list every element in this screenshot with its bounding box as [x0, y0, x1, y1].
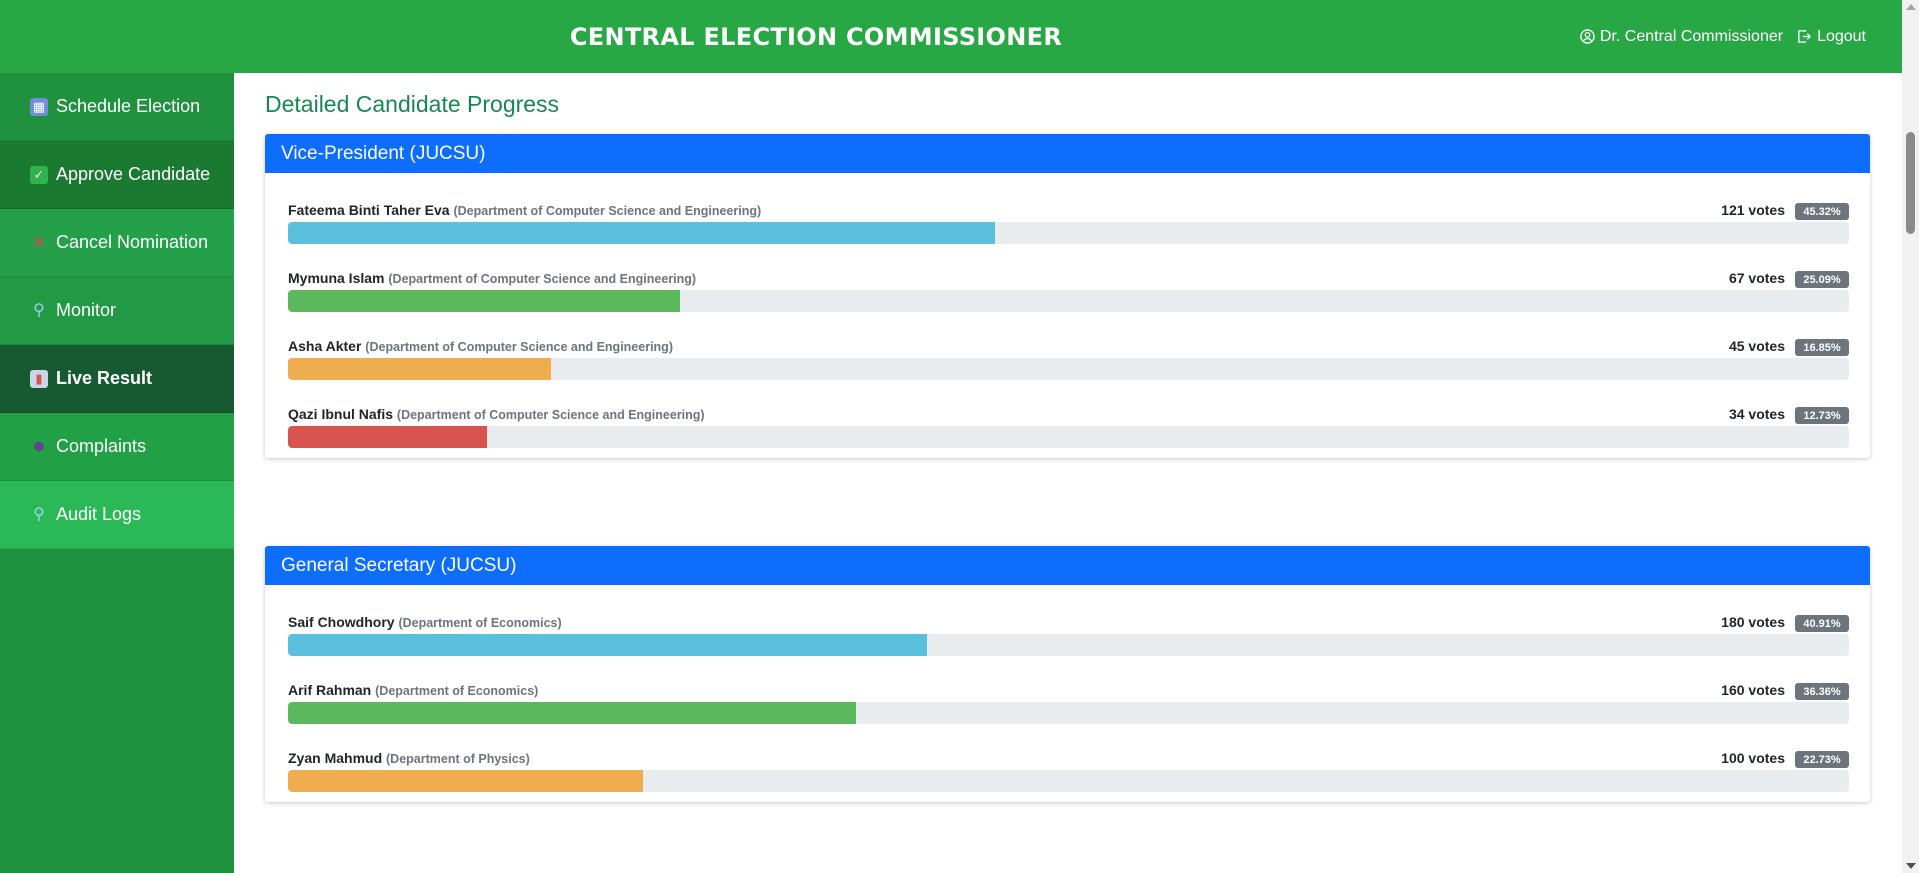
candidate-row: Fateema Binti Taher Eva (Department of C…: [288, 200, 1849, 244]
percent-badge: 16.85%: [1795, 339, 1849, 356]
user-circle-icon: [1580, 29, 1595, 44]
logout-icon: [1797, 29, 1812, 44]
progress-bar-fill: [288, 222, 996, 244]
candidate-department: (Department of Economics): [398, 616, 562, 630]
candidate-name: Qazi Ibnul Nafis: [288, 406, 394, 422]
sidebar: ▦ Schedule Election ✓ Approve Candidate ✕ Can…: [0, 73, 234, 873]
calendar-icon: ▦: [30, 97, 48, 116]
percent-badge: 12.73%: [1795, 407, 1849, 424]
candidate-department: (Department of Computer Science and Engi…: [365, 340, 673, 354]
magnifier-right-icon: ⚲: [33, 505, 45, 523]
candidate-name: Zyan Mahmud: [288, 750, 383, 766]
candidate-row: Arif Rahman (Department of Economics) 160…: [288, 680, 1849, 724]
app-title: CENTRAL ELECTION COMMISSIONER: [569, 22, 1063, 51]
cross-mark-icon: ✕: [31, 233, 47, 252]
candidate-row: Zyan Mahmud (Department of Physics) 100 v…: [288, 748, 1849, 792]
candidate-name-line: Fateema Binti Taher Eva (Department of C…: [288, 202, 761, 218]
progress-bar: [288, 634, 1849, 656]
section-title: Detailed Candidate Progress: [265, 91, 560, 117]
candidate-name: Mymuna Islam: [288, 270, 385, 286]
sidebar-item-monitor[interactable]: ⚲ Monitor: [0, 277, 234, 345]
candidate-row: Saif Chowdhory (Department of Economics)…: [288, 612, 1849, 656]
candidate-department: (Department of Economics): [375, 684, 539, 698]
sidebar-item-schedule-election[interactable]: ▦ Schedule Election: [0, 73, 234, 141]
vote-count: 180 votes: [1721, 614, 1785, 630]
progress-bar-fill: [288, 290, 680, 312]
vote-count: 121 votes: [1721, 202, 1785, 218]
vote-count: 67 votes: [1728, 270, 1785, 286]
candidate-row: Asha Akter (Department of Computer Scien…: [288, 336, 1849, 380]
position-card: General Secretary (JUCSU) Saif Chowdhory …: [265, 546, 1870, 802]
sidebar-item-label: Live Result: [56, 368, 153, 388]
progress-bar: [288, 770, 1849, 792]
user-profile-link[interactable]: Dr. Central Commissioner: [1580, 28, 1783, 46]
percent-badge: 40.91%: [1795, 615, 1849, 632]
sidebar-item-audit-logs[interactable]: ⚲ Audit Logs: [0, 481, 234, 549]
progress-bar-fill: [288, 426, 487, 448]
candidate-name: Saif Chowdhory: [288, 614, 395, 630]
candidate-department: (Department of Computer Science and Engi…: [388, 272, 697, 286]
progress-bar: [288, 702, 1849, 724]
logout-link[interactable]: Logout: [1797, 28, 1866, 46]
sidebar-item-label: Audit Logs: [56, 504, 142, 524]
progress-bar: [288, 426, 1849, 448]
scroll-down-arrow-icon[interactable]: [1906, 863, 1916, 869]
user-area: Dr. Central Commissioner Logout: [1580, 0, 1866, 73]
candidate-name-line: Arif Rahman (Department of Economics): [288, 682, 538, 698]
sidebar-item-label: Approve Candidate: [56, 164, 211, 184]
progress-bar-fill: [288, 634, 927, 656]
sidebar-item-label: Cancel Nomination: [56, 232, 209, 252]
vote-count: 160 votes: [1721, 682, 1785, 698]
vote-count: 34 votes: [1728, 406, 1785, 422]
top-navbar: CENTRAL ELECTION COMMISSIONER Dr. Centra…: [0, 0, 1902, 73]
logout-label: Logout: [1817, 27, 1866, 45]
main-content: Detailed Candidate Progress Vice-Preside…: [234, 73, 1902, 873]
candidate-name: Asha Akter: [288, 338, 362, 354]
sidebar-item-approve-candidate[interactable]: ✓ Approve Candidate: [0, 141, 234, 209]
sidebar-item-complaints[interactable]: ☻ Complaints: [0, 413, 234, 481]
user-name: Dr. Central Commissioner: [1599, 27, 1784, 45]
candidate-name-line: Asha Akter (Department of Computer Scien…: [288, 338, 673, 354]
candidate-name-line: Mymuna Islam (Department of Computer Sci…: [288, 270, 696, 286]
percent-badge: 25.09%: [1795, 271, 1849, 288]
progress-bar: [288, 358, 1849, 380]
progress-bar-fill: [288, 770, 643, 792]
sidebar-item-cancel-nomination[interactable]: ✕ Cancel Nomination: [0, 209, 234, 277]
sidebar-item-label: Monitor: [56, 300, 117, 320]
progress-bar-fill: [288, 358, 552, 380]
candidate-row: Qazi Ibnul Nafis (Department of Computer…: [288, 404, 1849, 448]
percent-badge: 45.32%: [1795, 203, 1849, 220]
progress-bar: [288, 222, 1849, 244]
candidate-name-line: Qazi Ibnul Nafis (Department of Computer…: [288, 406, 705, 422]
candidate-name-line: Zyan Mahmud (Department of Physics): [288, 750, 530, 766]
bar-chart-icon: ▮: [30, 369, 48, 388]
percent-badge: 22.73%: [1795, 751, 1849, 768]
percent-badge: 36.36%: [1795, 683, 1849, 700]
progress-bar: [288, 290, 1849, 312]
progress-bar-fill: [288, 702, 856, 724]
candidate-department: (Department of Computer Science and Engi…: [396, 408, 705, 422]
candidate-department: (Department of Physics): [386, 752, 530, 766]
page-scrollbar[interactable]: [1902, 0, 1919, 873]
sidebar-item-label: Schedule Election: [56, 96, 201, 116]
candidate-department: (Department of Computer Science and Engi…: [453, 204, 762, 218]
position-card: Vice-President (JUCSU) Fateema Binti Tahe…: [265, 134, 1870, 458]
magnifier-icon: ⚲: [33, 301, 45, 319]
check-box-icon: ✓: [30, 165, 48, 184]
scroll-up-arrow-icon[interactable]: [1906, 4, 1916, 10]
candidate-row: Mymuna Islam (Department of Computer Sci…: [288, 268, 1849, 312]
sidebar-item-live-result[interactable]: ▮ Live Result: [0, 345, 234, 413]
position-title: General Secretary (JUCSU): [265, 546, 1870, 585]
candidate-name: Arif Rahman: [288, 682, 372, 698]
vote-count: 45 votes: [1728, 338, 1785, 354]
candidate-name: Fateema Binti Taher Eva: [288, 202, 450, 218]
sidebar-item-label: Complaints: [56, 436, 147, 456]
position-title: Vice-President (JUCSU): [265, 134, 1870, 173]
candidate-name-line: Saif Chowdhory (Department of Economics): [288, 614, 562, 630]
speaking-head-icon: ☻: [30, 437, 48, 455]
vote-count: 100 votes: [1721, 750, 1785, 766]
scrollbar-thumb[interactable]: [1906, 132, 1915, 234]
